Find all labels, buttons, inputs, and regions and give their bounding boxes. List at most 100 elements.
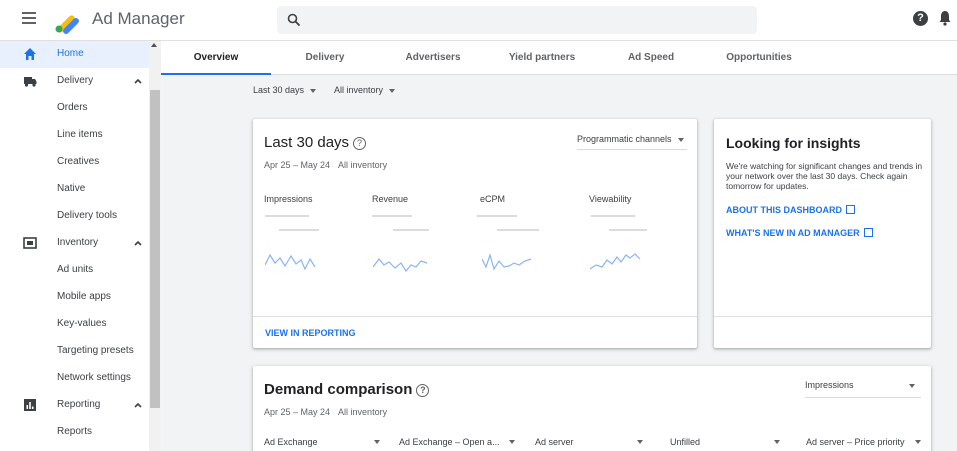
demand-metric-select-label: Impressions — [805, 380, 854, 390]
sidebar-item-label: Network settings — [57, 372, 131, 383]
demand-title-text: Demand comparison — [264, 381, 413, 398]
channel-select[interactable]: Programmatic channels — [577, 134, 687, 150]
sidebar-item-label: Reporting — [57, 399, 101, 410]
sidebar-item-label: Delivery — [57, 75, 94, 86]
tab-opportunities[interactable]: Opportunities — [705, 41, 813, 75]
tab-delivery[interactable]: Delivery — [271, 41, 379, 75]
dropdown-caret-icon — [509, 440, 515, 444]
inventory-filter-label: All inventory — [334, 85, 384, 95]
sidebar-item-label: Line items — [57, 129, 103, 140]
open-in-new-icon — [846, 205, 855, 214]
insights-title: Looking for insights — [726, 135, 861, 151]
sidebar-item-label: Native — [57, 183, 86, 194]
metric-impressions-label: Impressions — [264, 194, 313, 204]
revenue-sparkline — [373, 258, 428, 273]
top-bar: Ad Manager ? — [0, 0, 957, 41]
help-circle-icon[interactable]: ? — [416, 383, 430, 397]
sidebar-item-delivery[interactable]: Delivery — [0, 68, 149, 95]
bell-icon[interactable] — [938, 10, 952, 26]
sidebar-item-label: Reports — [57, 426, 93, 437]
column-select-ad-exchange-open-auction[interactable]: Ad Exchange – Open a... — [399, 437, 521, 451]
column-select-ad-server-price-priority[interactable]: Ad server – Price priority — [806, 437, 927, 451]
sidebar-item-line-items[interactable]: Line items — [0, 122, 149, 149]
sidebar-item-label: Mobile apps — [57, 291, 111, 302]
sidebar-item-label: Targeting presets — [57, 345, 134, 356]
column-select-unfilled[interactable]: Unfilled — [670, 437, 786, 451]
summary-card: Last 30 days? Apr 25 – May 24 All invento… — [253, 119, 697, 348]
chevron-up-icon[interactable] — [133, 400, 143, 410]
sidebar-item-native[interactable]: Native — [0, 176, 149, 203]
demand-date-range-text: Apr 25 – May 24 — [264, 407, 331, 417]
help-icon[interactable]: ? — [913, 11, 928, 26]
column-select-ad-exchange[interactable]: Ad Exchange — [264, 437, 386, 451]
dropdown-caret-icon — [374, 440, 380, 444]
column-select-label: Ad Exchange – Open a... — [399, 437, 500, 447]
sidebar-item-reports[interactable]: Reports — [0, 419, 149, 446]
demand-metric-select[interactable]: Impressions — [805, 380, 921, 398]
date-range-filter-label: Last 30 days — [253, 85, 305, 95]
column-select-ad-server[interactable]: Ad server — [535, 437, 649, 451]
ad-manager-logo — [55, 15, 79, 34]
dropdown-caret-icon — [677, 137, 684, 142]
home-icon — [24, 48, 36, 60]
summary-title-text: Last 30 days — [264, 134, 350, 151]
sidebar-item-label: Inventory — [57, 237, 99, 248]
dropdown-caret-icon — [389, 88, 396, 93]
tab-ad-speed[interactable]: Ad Speed — [597, 41, 705, 75]
inventory-icon — [23, 237, 37, 249]
demand-date-range: Apr 25 – May 24 All inventory — [264, 407, 387, 417]
column-select-label: Ad server – Price priority — [806, 437, 905, 447]
column-select-label: Ad server — [535, 437, 574, 447]
inventory-filter[interactable]: All inventory — [334, 85, 396, 95]
tab-bar: Overview Delivery Advertisers Yield part… — [161, 41, 957, 75]
scroll-up-arrow-icon[interactable] — [151, 43, 157, 47]
loading-placeholder — [393, 229, 429, 231]
chevron-up-icon[interactable] — [133, 238, 143, 248]
loading-placeholder — [609, 229, 647, 231]
sidebar-scrollbar-thumb[interactable] — [150, 90, 160, 408]
impressions-sparkline — [265, 253, 316, 271]
metric-viewability-label: Viewability — [589, 194, 632, 204]
about-dashboard-link[interactable]: ABOUT THIS DASHBOARD — [726, 205, 855, 215]
sidebar-item-mobile-apps[interactable]: Mobile apps — [0, 284, 149, 311]
sidebar-item-inventory[interactable]: Inventory — [0, 230, 149, 257]
metric-ecpm-label: eCPM — [480, 194, 506, 204]
tab-yield-partners[interactable]: Yield partners — [487, 41, 597, 75]
help-circle-icon[interactable]: ? — [353, 136, 367, 150]
view-in-reporting-link[interactable]: VIEW IN REPORTING — [265, 328, 356, 338]
whats-new-link[interactable]: WHAT'S NEW IN AD MANAGER — [726, 228, 873, 238]
tab-advertisers[interactable]: Advertisers — [379, 41, 487, 75]
sidebar-item-network-settings[interactable]: Network settings — [0, 365, 149, 392]
loading-placeholder — [265, 215, 309, 217]
chevron-up-icon[interactable] — [133, 76, 143, 86]
dropdown-caret-icon — [310, 88, 317, 93]
sidebar-item-creatives[interactable]: Creatives — [0, 149, 149, 176]
date-range-filter[interactable]: Last 30 days — [253, 85, 317, 95]
ecpm-sparkline — [482, 252, 532, 271]
sidebar-item-delivery-tools[interactable]: Delivery tools — [0, 203, 149, 230]
sidebar-item-reporting[interactable]: Reporting — [0, 392, 149, 419]
channel-select-label: Programmatic channels — [577, 134, 672, 144]
dropdown-caret-icon — [637, 440, 643, 444]
search-input[interactable] — [277, 6, 757, 34]
dropdown-caret-icon — [774, 440, 780, 444]
insights-description: We're watching for significant changes a… — [726, 161, 923, 191]
menu-icon[interactable] — [22, 12, 36, 24]
viewability-sparkline — [590, 253, 641, 270]
sidebar-item-key-values[interactable]: Key-values — [0, 311, 149, 338]
sidebar-item-orders[interactable]: Orders — [0, 95, 149, 122]
sidebar-item-home[interactable]: Home — [0, 41, 149, 68]
column-select-label: Ad Exchange — [264, 437, 318, 447]
sidebar-item-targeting-presets[interactable]: Targeting presets — [0, 338, 149, 365]
sidebar-item-label: Delivery tools — [57, 210, 118, 221]
summary-inventory-text: All inventory — [338, 160, 388, 170]
sidebar-item-label: Orders — [57, 102, 88, 113]
loading-placeholder — [279, 229, 319, 231]
loading-placeholder — [497, 229, 539, 231]
sidebar-item-label: Home — [57, 48, 84, 59]
summary-card-title: Last 30 days? — [264, 134, 367, 151]
sidebar-item-ad-units[interactable]: Ad units — [0, 257, 149, 284]
summary-date-range-text: Apr 25 – May 24 — [264, 160, 331, 170]
column-select-label: Unfilled — [670, 437, 701, 447]
tab-overview[interactable]: Overview — [161, 41, 271, 75]
